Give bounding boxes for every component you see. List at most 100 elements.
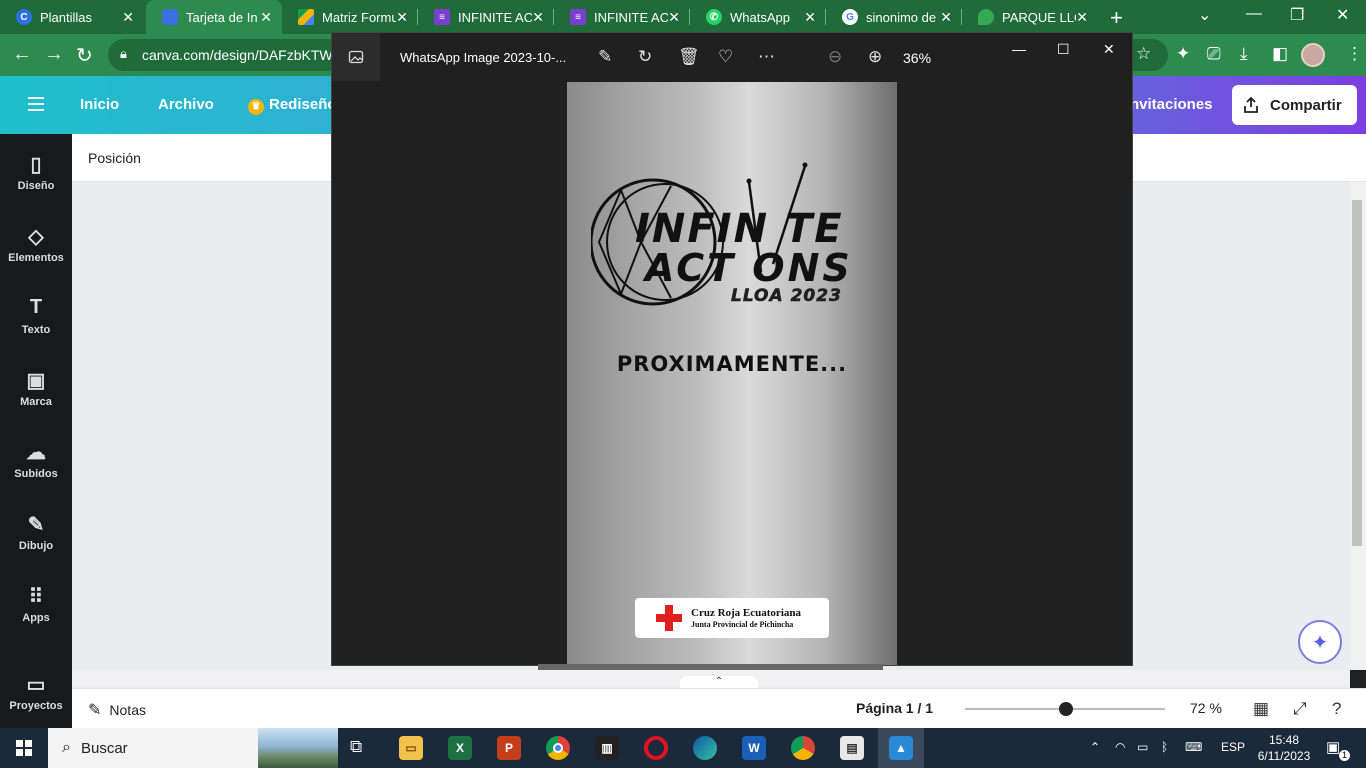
magic-sparkle-icon[interactable]: ✦ (1298, 620, 1342, 664)
clock[interactable]: 15:48 6/11/2023 (1254, 732, 1314, 764)
minimize-icon[interactable]: — (1246, 5, 1262, 23)
canva-sidebar: ▯ Diseño ◇ Elementos T Texto ▣ Marca ☁ Subido… (0, 134, 72, 728)
sidebar-item-dibujo[interactable]: ✎ Dibujo (0, 512, 72, 552)
close-icon[interactable]: ✕ (532, 9, 544, 26)
nav-redisenio[interactable]: ♛ Rediseño (248, 96, 337, 115)
sidebar-item-diseno[interactable]: ▯ Diseño (0, 152, 72, 192)
close-icon[interactable]: ✕ (396, 9, 408, 26)
crown-icon: ♛ (248, 99, 264, 115)
nav-invitaciones[interactable]: nvitaciones (1130, 96, 1213, 113)
hamburger-menu-icon[interactable] (28, 97, 44, 111)
close-icon[interactable]: ✕ (122, 9, 134, 26)
help-icon[interactable]: ? (1332, 699, 1341, 719)
language-indicator[interactable]: ESP (1221, 740, 1245, 754)
nav-archivo[interactable]: Archivo (158, 96, 214, 113)
reload-icon[interactable]: ↻ (76, 43, 93, 68)
page-indicator[interactable]: Página 1 / 1 (856, 700, 933, 716)
zoom-slider-handle[interactable] (1059, 702, 1073, 716)
position-button[interactable]: Posición (88, 150, 141, 166)
close-icon[interactable]: ✕ (668, 9, 680, 26)
close-icon[interactable]: ✕ (1076, 9, 1088, 26)
tab-tarjeta[interactable]: Tarjeta de In ✕ (146, 0, 282, 34)
battery-icon[interactable]: ▭ (1137, 740, 1148, 754)
notification-badge: 1 (1339, 750, 1350, 761)
chrome-profile-icon[interactable] (791, 736, 815, 760)
google-drive-icon (298, 9, 314, 25)
wifi-icon[interactable]: ◠ (1115, 740, 1125, 754)
kebab-menu-icon[interactable]: ⋮ (1346, 44, 1363, 64)
word-icon[interactable]: W (742, 736, 766, 760)
document-user-icon[interactable]: ▤ (840, 736, 864, 760)
forward-icon[interactable]: → (44, 43, 64, 66)
keyboard-icon[interactable]: ⌨ (1185, 740, 1202, 754)
sidebar-item-elementos[interactable]: ◇ Elementos (0, 224, 72, 264)
windows-start-icon[interactable] (16, 740, 32, 756)
task-view-icon[interactable]: ⧉ (350, 737, 362, 757)
download-icon[interactable]: ⤓ (1240, 44, 1248, 64)
chevron-up-icon[interactable]: ⌃ (1090, 740, 1100, 754)
sidebar-item-subidos[interactable]: ☁ Subidos (0, 440, 72, 480)
close-icon[interactable]: ✕ (260, 9, 272, 26)
sidebar-item-apps[interactable]: ⠿ Apps (0, 584, 72, 624)
back-icon[interactable]: ← (12, 43, 32, 66)
photos-icon[interactable]: ▲ (889, 736, 913, 760)
bookmark-star-icon[interactable]: ☆ (1136, 44, 1151, 64)
fullscreen-icon[interactable]: ⤢ (1293, 699, 1307, 719)
tab-infinite-2[interactable]: ≡ INFINITE AC ✕ (554, 0, 690, 34)
restore-icon[interactable]: ❐ (1290, 5, 1304, 25)
minimize-icon[interactable]: — (1012, 41, 1026, 57)
tab-infinite-1[interactable]: ≡ INFINITE AC ✕ (418, 0, 554, 34)
audio-app-icon[interactable]: ▥ (595, 736, 619, 760)
excel-icon[interactable]: X (448, 736, 472, 760)
new-tab-icon[interactable]: + (1110, 5, 1123, 31)
vertical-scrollbar-thumb[interactable] (1352, 200, 1362, 546)
more-options-icon[interactable]: ⋯ (758, 47, 775, 67)
whatsapp-icon: ✆ (706, 9, 722, 25)
chrome-icon[interactable] (546, 736, 570, 760)
extensions-icon[interactable]: ✦ (1176, 44, 1190, 64)
favorite-heart-icon[interactable]: ♡ (718, 47, 733, 67)
sidebar-item-proyectos[interactable]: ▭ Proyectos (0, 672, 72, 712)
zoom-out-icon[interactable]: ⊖ (828, 47, 842, 67)
notification-icon[interactable]: ▣ (1326, 738, 1340, 756)
file-explorer-icon[interactable]: ▭ (399, 736, 423, 760)
tab-search-icon[interactable]: ⌄ (1198, 5, 1211, 25)
avatar[interactable] (1301, 43, 1325, 67)
powerpoint-icon[interactable]: P (497, 736, 521, 760)
chevron-up-icon[interactable]: ⌃ (680, 676, 758, 688)
taskbar-search[interactable]: ⌕ Buscar (48, 728, 338, 768)
maximize-icon[interactable]: ☐ (1057, 41, 1070, 58)
delete-icon[interactable]: 🗑︎ (678, 47, 700, 67)
share-button[interactable]: Compartir (1232, 85, 1357, 125)
edit-image-icon[interactable]: ✎ (598, 47, 612, 67)
photos-app-icon (332, 33, 380, 81)
close-icon[interactable]: ✕ (1103, 41, 1115, 58)
tab-sinonimo[interactable]: G sinonimo de ✕ (826, 0, 962, 34)
layout-icon: ▯ (30, 154, 42, 176)
zoom-in-icon[interactable]: ⊕ (868, 47, 882, 67)
zoom-level[interactable]: 72 % (1190, 700, 1222, 716)
canva-doc-icon (162, 9, 178, 25)
canva-footer: ✎ Notas Página 1 / 1 72 % ▦ ⤢ ? (72, 688, 1366, 728)
edge-icon[interactable] (693, 736, 717, 760)
close-icon[interactable]: ✕ (940, 9, 952, 26)
forms-icon: ≡ (570, 9, 586, 25)
bluetooth-icon[interactable]: ᛒ (1161, 740, 1168, 754)
lock-icon: 🔒︎ (120, 46, 127, 61)
opera-icon[interactable] (644, 736, 668, 760)
maps-pin-icon (978, 9, 994, 25)
tab-matriz[interactable]: Matriz Formu ✕ (282, 0, 418, 34)
rotate-icon[interactable]: ↻ (638, 47, 652, 67)
tab-plantillas[interactable]: C Plantillas ✕ (0, 0, 144, 34)
nav-inicio[interactable]: Inicio (80, 96, 119, 113)
notes-button[interactable]: ✎ Notas (88, 700, 146, 720)
side-panel-icon[interactable]: ◧ (1272, 44, 1288, 64)
tab-whatsapp[interactable]: ✆ WhatsApp ✕ (690, 0, 826, 34)
cast-icon[interactable]: ⎚ (1207, 44, 1221, 64)
close-window-icon[interactable]: ✕ (1336, 5, 1349, 25)
close-icon[interactable]: ✕ (804, 9, 816, 26)
sidebar-item-texto[interactable]: T Texto (0, 296, 72, 336)
sidebar-item-marca[interactable]: ▣ Marca (0, 368, 72, 408)
tab-parque[interactable]: PARQUE LLO ✕ (962, 0, 1098, 34)
grid-view-icon[interactable]: ▦ (1253, 699, 1269, 719)
